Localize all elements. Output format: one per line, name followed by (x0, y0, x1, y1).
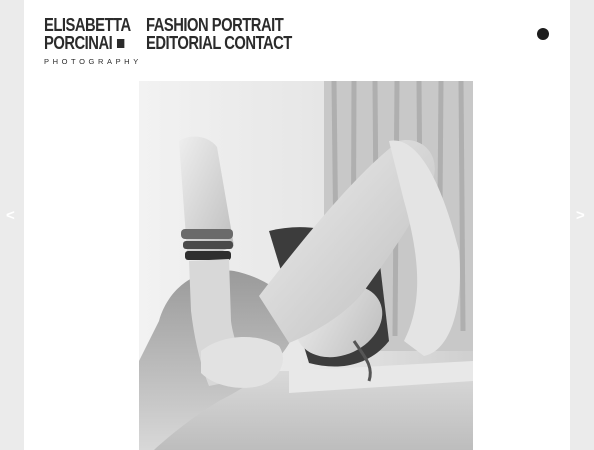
brand-subtitle: PHOTOGRAPHY (44, 57, 142, 66)
prev-arrow-button[interactable]: < (6, 207, 15, 224)
nav-row-1: FASHION PORTRAIT (146, 16, 292, 34)
nav-item-portrait[interactable]: PORTRAIT (212, 15, 284, 35)
portrait-photo-image (139, 81, 473, 450)
menu-dot-icon[interactable] (537, 28, 549, 40)
brand-name-line2: PORCINAI (44, 34, 131, 52)
brand-logo[interactable]: ELISABETTA PORCINAI (44, 16, 150, 52)
nav-item-fashion[interactable]: FASHION (146, 15, 209, 35)
nav-item-editorial[interactable]: EDITORIAL (146, 33, 221, 53)
next-arrow-button[interactable]: > (576, 207, 585, 224)
brand-name: ELISABETTA PORCINAI (44, 16, 131, 52)
nav-item-contact[interactable]: CONTACT (224, 33, 292, 53)
nav-row-2: EDITORIAL CONTACT (146, 34, 292, 52)
slideshow-photo[interactable] (139, 81, 473, 450)
brand-name-line2-text: PORCINAI (44, 33, 113, 53)
main-nav: FASHION PORTRAIT EDITORIAL CONTACT (146, 16, 292, 52)
square-separator-icon (117, 39, 125, 49)
brand-name-line1: ELISABETTA (44, 15, 131, 35)
